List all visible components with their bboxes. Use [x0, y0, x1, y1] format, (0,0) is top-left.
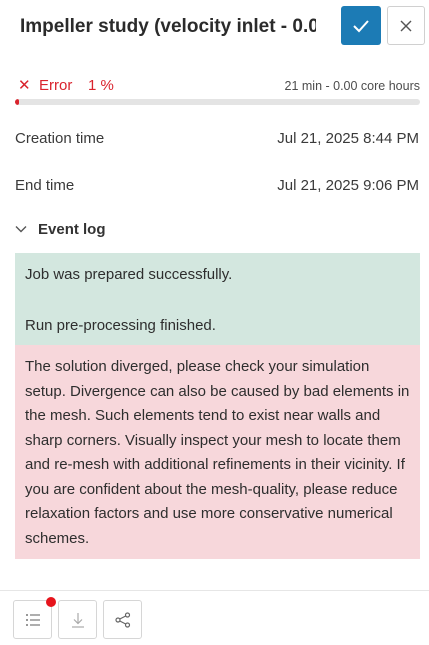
notification-dot [46, 597, 56, 607]
creation-time-label: Creation time [15, 130, 105, 147]
list-button[interactable] [13, 600, 52, 639]
error-x-icon: ✕ [18, 77, 31, 94]
chevron-down-icon [15, 226, 27, 233]
confirm-button[interactable] [341, 6, 381, 45]
share-button[interactable] [103, 600, 142, 639]
close-icon [400, 20, 412, 31]
share-icon [114, 611, 130, 628]
page-title: Impeller study (velocity inlet - 0.00 [20, 16, 316, 37]
event-log-toggle[interactable]: Event log [15, 218, 106, 240]
end-time-label: End time [15, 177, 75, 194]
progress-bar-fill [15, 99, 20, 105]
log-message: Job was prepared successfully. [25, 266, 233, 283]
progress-bar [15, 99, 420, 105]
progress-percent: 1 % [88, 77, 114, 94]
log-error-message: The solution diverged, please check your… [25, 358, 410, 547]
close-button[interactable] [387, 6, 425, 45]
runtime-summary: 21 min - 0.00 core hours [284, 79, 421, 93]
status-label: Error [39, 77, 73, 94]
event-log-title: Event log [38, 220, 106, 238]
log-success-panel: Job was prepared successfully. Run pre-p… [15, 253, 420, 345]
list-icon [25, 613, 40, 626]
creation-time-value: Jul 21, 2025 8:44 PM [277, 130, 419, 147]
job-status: ✕ Error 1 % 21 min - 0.00 core hours [16, 76, 420, 96]
checkmark-icon [353, 19, 369, 32]
download-button[interactable] [58, 600, 97, 639]
end-time-value: Jul 21, 2025 9:06 PM [277, 177, 419, 194]
divider [0, 590, 429, 591]
log-error-panel: The solution diverged, please check your… [15, 345, 420, 559]
log-message: Run pre-processing finished. [25, 316, 216, 334]
download-icon [71, 612, 84, 628]
header: Impeller study (velocity inlet - 0.00 [0, 0, 429, 52]
